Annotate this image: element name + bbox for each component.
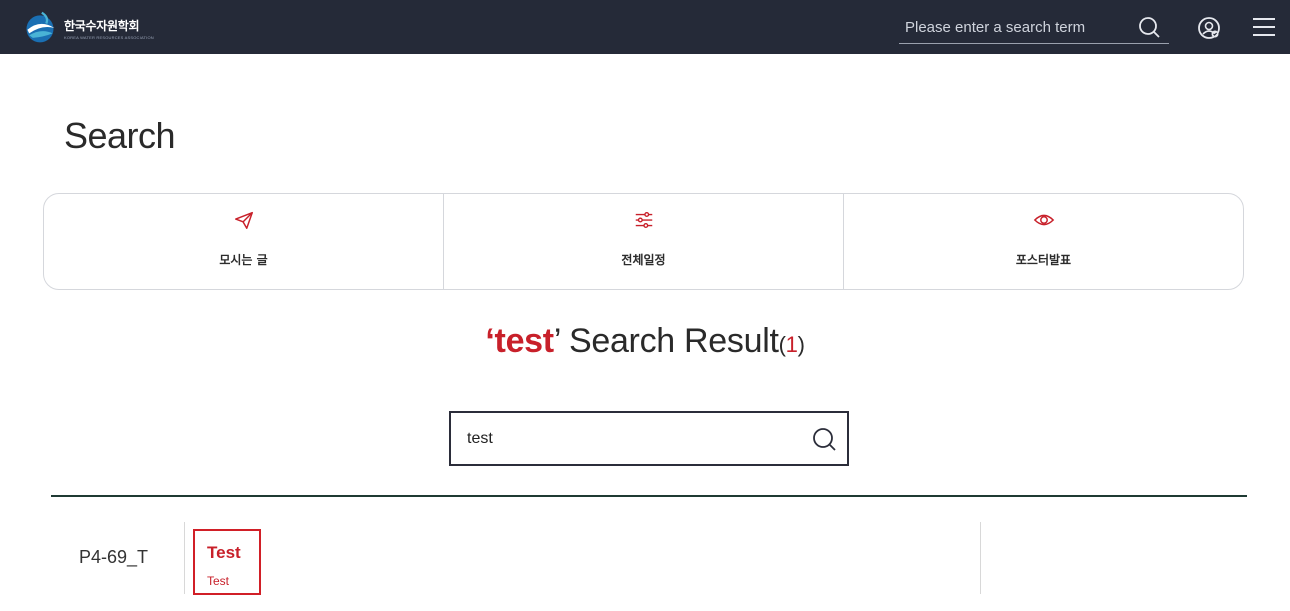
result-open-quote: ‘ bbox=[485, 322, 495, 360]
column-divider bbox=[980, 522, 981, 594]
result-title: Test bbox=[207, 543, 241, 562]
quick-nav-label: 모시는 글 bbox=[219, 253, 268, 267]
result-count: 1 bbox=[785, 332, 798, 357]
sliders-icon bbox=[635, 211, 652, 229]
main-search-input[interactable] bbox=[451, 429, 791, 448]
eye-icon bbox=[1033, 214, 1054, 226]
header-search bbox=[899, 12, 1169, 44]
result-code: P4-69_T bbox=[79, 547, 149, 567]
paper-plane-icon bbox=[234, 211, 253, 229]
top-navigation-bar: 한국수자원학회 KOREA WATER RESOURCES ASSOCIATIO… bbox=[0, 0, 1290, 54]
quick-nav-item-schedule[interactable]: 전체일정 bbox=[444, 194, 844, 289]
hamburger-menu-icon[interactable] bbox=[1252, 16, 1276, 38]
main-search bbox=[449, 411, 849, 466]
search-icon[interactable] bbox=[1137, 15, 1161, 39]
quick-nav: 모시는 글 전체일정 포스터발표 bbox=[43, 193, 1244, 290]
quick-nav-item-poster[interactable]: 포스터발표 bbox=[844, 194, 1243, 289]
logo-mark-icon bbox=[26, 11, 55, 43]
user-icon[interactable] bbox=[1196, 15, 1222, 41]
column-divider bbox=[184, 522, 185, 594]
header-search-input[interactable] bbox=[899, 19, 1129, 36]
logo-name: 한국수자원학회 bbox=[64, 18, 140, 33]
result-title-link[interactable]: Test Test bbox=[193, 529, 261, 595]
result-subtitle: Test bbox=[207, 574, 230, 588]
result-count-open: ( bbox=[778, 332, 786, 357]
logo-text: 한국수자원학회 KOREA WATER RESOURCES ASSOCIATIO… bbox=[64, 17, 154, 40]
search-result-heading: ‘test’ Search Result(1) bbox=[0, 322, 1290, 361]
quick-nav-label: 포스터발표 bbox=[1015, 253, 1072, 267]
site-logo[interactable]: 한국수자원학회 KOREA WATER RESOURCES ASSOCIATIO… bbox=[22, 8, 154, 48]
result-count-close: ) bbox=[797, 332, 805, 357]
results-divider bbox=[51, 495, 1247, 497]
page-title: Search bbox=[64, 115, 176, 156]
search-icon[interactable] bbox=[811, 426, 837, 452]
logo-subtitle: KOREA WATER RESOURCES ASSOCIATION bbox=[64, 34, 154, 40]
result-row: P4-69_T Test Test bbox=[51, 522, 1247, 595]
quick-nav-item-greeting[interactable]: 모시는 글 bbox=[44, 194, 444, 289]
result-keyword: test bbox=[494, 322, 555, 360]
result-heading-text: Search Result bbox=[559, 322, 779, 360]
quick-nav-label: 전체일정 bbox=[621, 253, 666, 267]
